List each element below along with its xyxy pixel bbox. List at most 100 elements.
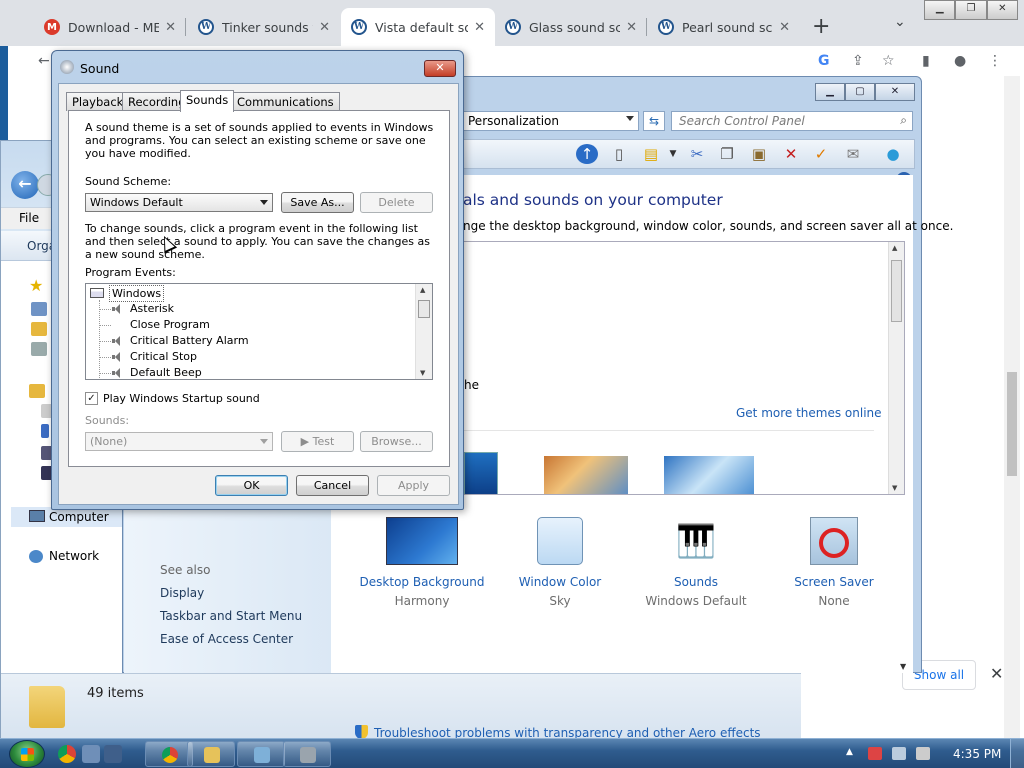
libraries-icon[interactable] [29, 384, 45, 398]
view-pane-icon[interactable]: ▯ [608, 144, 630, 164]
screen-saver-link[interactable]: Screen Saver [759, 575, 909, 589]
events-scrollbar[interactable]: ▲ ▼ [415, 284, 432, 379]
globe-icon[interactable]: ● [882, 144, 904, 164]
minimize-icon[interactable]: ▁ [815, 83, 845, 101]
start-button[interactable] [9, 740, 45, 768]
new-tab-button[interactable]: + [812, 14, 830, 39]
scrollbar-thumb[interactable] [891, 260, 902, 322]
desktop-icon[interactable] [31, 302, 47, 316]
volume-tray-icon[interactable] [916, 747, 930, 760]
startup-sound-checkbox[interactable]: ✓ [85, 392, 98, 405]
close-icon[interactable]: ✕ [468, 20, 485, 35]
test-button[interactable]: ▶ Test [281, 431, 354, 452]
close-icon[interactable]: ✕ [159, 20, 176, 35]
back-arrow-icon[interactable]: ← [11, 171, 39, 199]
maximize-icon[interactable]: ▢ [845, 83, 875, 101]
browser-tab-pearl-sound[interactable]: W Pearl sound sche ✕ [648, 8, 800, 46]
scrollbar-thumb[interactable] [1007, 372, 1017, 476]
close-button[interactable]: ✕ [424, 60, 456, 77]
nav-item-computer[interactable]: Computer [11, 507, 123, 527]
cut-icon[interactable]: ✂ [686, 144, 708, 164]
network-tray-icon[interactable] [892, 747, 906, 760]
music-icon[interactable] [41, 424, 49, 438]
scrollbar-thumb[interactable] [418, 300, 430, 318]
properties-icon[interactable]: ▤ [640, 144, 662, 164]
show-hidden-icons-arrow-icon[interactable]: ▲ [846, 747, 854, 760]
program-events-list[interactable]: Windows Asterisk Close Program Critical … [85, 283, 433, 380]
taskbar-button-chrome[interactable] [145, 741, 193, 767]
list-item[interactable]: Critical Stop [86, 349, 416, 365]
apply-button[interactable]: Apply [377, 475, 450, 496]
more-menu-icon[interactable]: ⋮ [988, 53, 1002, 69]
show-desktop-quick-icon[interactable] [82, 745, 100, 763]
copy-icon[interactable]: ❐ [716, 144, 738, 164]
chevron-down-icon[interactable] [626, 116, 634, 121]
scroll-down-arrow-icon[interactable]: ▼ [900, 662, 906, 671]
mail-icon[interactable]: ✉ [842, 144, 864, 164]
list-item[interactable]: Default Beep [86, 365, 416, 379]
downloads-folder-icon[interactable] [31, 322, 47, 336]
close-icon[interactable]: ✕ [773, 20, 790, 35]
sounds-item[interactable]: 🎹 Sounds Windows Default [621, 517, 771, 608]
tab-search-chevron-icon[interactable]: ⌄ [894, 14, 906, 30]
side-panel-icon[interactable]: ▮ [922, 53, 930, 69]
scroll-down-arrow-icon[interactable]: ▼ [892, 484, 897, 492]
link-ease-of-access[interactable]: Ease of Access Center [160, 632, 293, 646]
chrome-icon[interactable] [58, 745, 76, 763]
action-center-flag-icon[interactable] [868, 747, 882, 760]
themes-list[interactable]: he Get more themes online ▲ ▼ [463, 241, 905, 495]
desktop-background-link[interactable]: Desktop Background [347, 575, 497, 589]
list-item[interactable]: Critical Battery Alarm [86, 333, 416, 349]
address-bar[interactable]: Personalization [463, 111, 639, 131]
tab-sounds[interactable]: Sounds [180, 90, 235, 112]
search-icon[interactable]: ⌕ [900, 113, 907, 128]
browser-tab-tinker-sounds[interactable]: W Tinker sounds fo ✕ [188, 8, 340, 46]
browse-button[interactable]: Browse... [360, 431, 433, 452]
share-icon[interactable]: ⇪ [852, 53, 864, 69]
chevron-down-icon[interactable]: ▼ [662, 144, 684, 164]
close-icon[interactable]: ✕ [875, 83, 915, 101]
bookmark-star-icon[interactable]: ☆ [882, 53, 895, 69]
show-desktop-button[interactable] [1010, 739, 1024, 768]
screen-saver-item[interactable]: Screen Saver None [759, 517, 909, 608]
google-icon[interactable]: G [818, 53, 830, 69]
themes-scrollbar[interactable]: ▲ ▼ [888, 242, 904, 494]
search-input[interactable]: Search Control Panel ⌕ [671, 111, 913, 131]
sounds-link[interactable]: Sounds [621, 575, 771, 589]
taskbar-button-explorer[interactable] [187, 741, 235, 767]
window-color-item[interactable]: Window Color Sky [485, 517, 635, 608]
sound-scheme-select[interactable]: Windows Default [85, 193, 273, 212]
save-as-button[interactable]: Save As... [281, 192, 354, 213]
browser-tab-download-meg[interactable]: M Download - MEG ✕ [34, 8, 186, 46]
list-item[interactable]: Close Program [86, 317, 416, 333]
close-icon[interactable]: ✕ [986, 0, 1018, 20]
sounds-select[interactable]: (None) [85, 432, 273, 451]
close-download-bar-icon[interactable]: ✕ [990, 664, 1003, 683]
cancel-button[interactable]: Cancel [296, 475, 369, 496]
switch-windows-icon[interactable] [104, 745, 122, 763]
get-more-themes-link[interactable]: Get more themes online [736, 406, 882, 420]
window-color-link[interactable]: Window Color [485, 575, 635, 589]
scroll-down-arrow-icon[interactable]: ▼ [420, 369, 425, 377]
taskbar-button-control-panel[interactable] [237, 741, 285, 767]
theme-thumbnail[interactable] [664, 456, 754, 494]
back-arrow-icon[interactable]: ← [38, 53, 50, 69]
browser-tab-glass-sound[interactable]: W Glass sound sche ✕ [495, 8, 647, 46]
close-icon[interactable]: ✕ [620, 20, 637, 35]
taskbar-button-sound[interactable] [283, 741, 331, 767]
up-arrow-icon[interactable]: ↑ [576, 144, 598, 164]
scroll-up-arrow-icon[interactable]: ▲ [420, 286, 425, 294]
clock[interactable]: 4:35 PM [953, 747, 1001, 761]
tab-communications[interactable]: Communications [231, 92, 340, 111]
menu-file[interactable]: File [19, 211, 39, 225]
close-icon[interactable]: ✕ [313, 20, 330, 35]
theme-thumbnail[interactable] [464, 452, 498, 494]
desktop-background-item[interactable]: Desktop Background Harmony [347, 517, 497, 608]
link-taskbar-start-menu[interactable]: Taskbar and Start Menu [160, 609, 302, 623]
delete-button[interactable]: Delete [360, 192, 433, 213]
tab-playback[interactable]: Playback [66, 92, 130, 111]
profile-avatar-icon[interactable]: ● [954, 53, 966, 69]
browser-tab-vista-default[interactable]: W Vista default sou ✕ [341, 8, 495, 46]
theme-thumbnail[interactable] [544, 456, 628, 494]
list-item[interactable]: Asterisk [86, 301, 416, 317]
